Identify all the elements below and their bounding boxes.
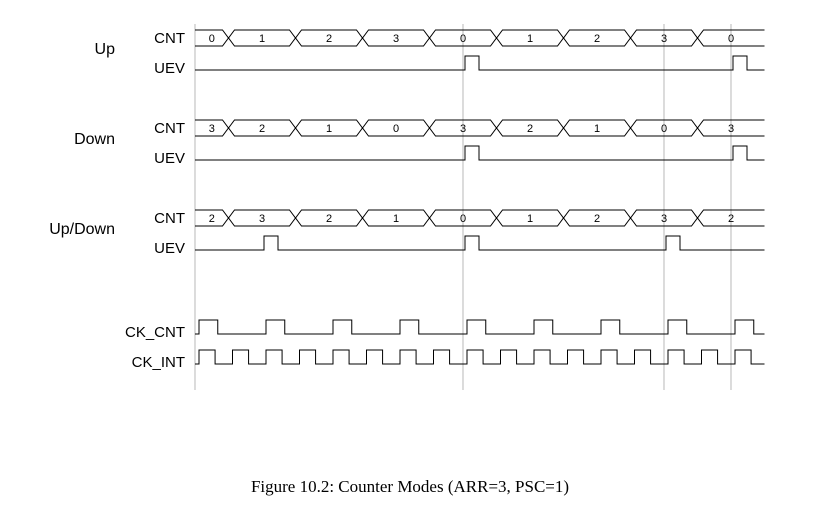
svg-text:3: 3 [259, 213, 265, 225]
timing-diagram: Up CNT 0 1 2 3 0 1 2 3 0 UEV Down CNT 3 2 1 0 3 2 1 0 3 UEV Up/D… [20, 20, 800, 445]
svg-text:2: 2 [326, 33, 332, 45]
svg-text:2: 2 [209, 213, 215, 225]
svg-text:2: 2 [326, 213, 332, 225]
svg-text:0: 0 [209, 33, 215, 45]
svg-text:1: 1 [527, 33, 533, 45]
svg-text:1: 1 [594, 123, 600, 135]
svg-text:Down: Down [74, 131, 115, 148]
svg-text:1: 1 [259, 33, 265, 45]
svg-text:0: 0 [460, 213, 466, 225]
svg-text:2: 2 [594, 213, 600, 225]
svg-text:Up: Up [95, 41, 116, 58]
svg-text:3: 3 [661, 213, 667, 225]
svg-text:2: 2 [527, 123, 533, 135]
svg-text:1: 1 [326, 123, 332, 135]
svg-text:UEV: UEV [154, 60, 185, 77]
svg-text:0: 0 [393, 123, 399, 135]
svg-text:3: 3 [661, 33, 667, 45]
svg-text:CNT: CNT [154, 30, 185, 47]
svg-text:3: 3 [728, 123, 734, 135]
svg-text:3: 3 [393, 33, 399, 45]
svg-text:CK_CNT: CK_CNT [125, 324, 185, 341]
svg-text:2: 2 [594, 33, 600, 45]
timing-svg: Up CNT 0 1 2 3 0 1 2 3 0 UEV Down CNT 3 2 1 0 3 2 1 0 3 UEV Up/D… [20, 20, 800, 440]
svg-text:0: 0 [460, 33, 466, 45]
svg-text:1: 1 [527, 213, 533, 225]
svg-text:3: 3 [209, 123, 215, 135]
svg-text:Up/Down: Up/Down [49, 221, 115, 238]
svg-text:1: 1 [393, 213, 399, 225]
svg-text:CNT: CNT [154, 120, 185, 137]
svg-text:2: 2 [259, 123, 265, 135]
svg-text:UEV: UEV [154, 240, 185, 257]
svg-text:0: 0 [728, 33, 734, 45]
svg-text:2: 2 [728, 213, 734, 225]
svg-text:CK_INT: CK_INT [132, 354, 185, 371]
figure-caption: Figure 10.2: Counter Modes (ARR=3, PSC=1… [20, 477, 800, 497]
svg-text:3: 3 [460, 123, 466, 135]
svg-text:CNT: CNT [154, 210, 185, 227]
svg-text:0: 0 [661, 123, 667, 135]
svg-text:UEV: UEV [154, 150, 185, 167]
